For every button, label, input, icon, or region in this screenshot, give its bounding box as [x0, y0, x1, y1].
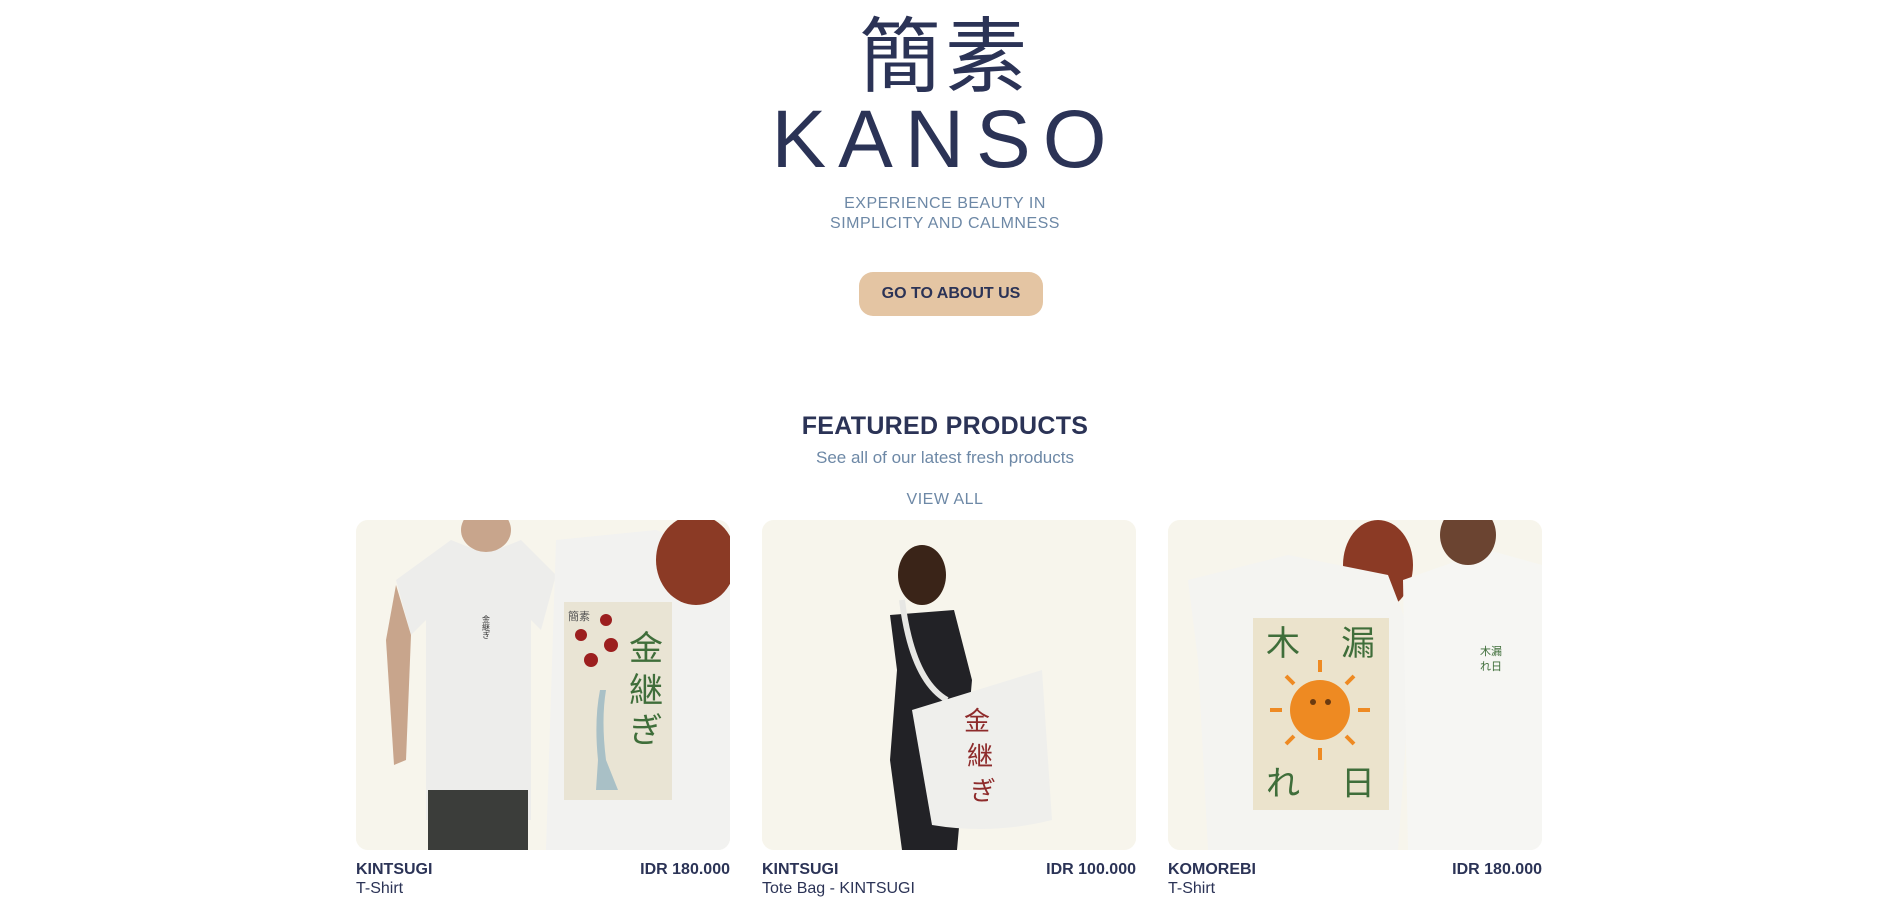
- product-name: KINTSUGI: [356, 861, 433, 878]
- svg-text:金: 金: [964, 707, 990, 737]
- svg-text:簡素: 簡素: [568, 609, 590, 623]
- komorebi-tshirt-photo[interactable]: 木 漏 れ 日 木漏 れ日: [1168, 520, 1542, 850]
- svg-text:れ: れ: [1266, 764, 1300, 804]
- svg-text:漏: 漏: [1341, 624, 1375, 664]
- product-type: Tote Bag - KINTSUGI: [762, 880, 915, 897]
- tagline-line-2: SIMPLICITY AND CALMNESS: [830, 215, 1060, 232]
- tagline-line-1: EXPERIENCE BEAUTY IN: [844, 195, 1046, 212]
- product-card[interactable]: 木 漏 れ 日 木漏 れ日 KOMOREBI IDR 180.000 T-Shi…: [1168, 520, 1542, 900]
- brand-logo-wordmark: KANSO: [771, 94, 1119, 185]
- go-to-about-us-button[interactable]: GO TO ABOUT US: [859, 272, 1043, 316]
- svg-text:ぎ: ぎ: [629, 711, 663, 751]
- svg-text:れ日: れ日: [1480, 660, 1502, 673]
- product-image-illustration: 金 継 ぎ: [762, 520, 1136, 850]
- product-price: IDR 180.000: [640, 861, 730, 878]
- svg-text:継: 継: [967, 742, 993, 772]
- svg-text:木漏: 木漏: [1480, 645, 1502, 658]
- brand-tagline: EXPERIENCE BEAUTY IN SIMPLICITY AND CALM…: [0, 194, 1890, 234]
- product-card[interactable]: 金継ぎ 簡素 金 継 ぎ KINTSUGI IDR 180.000 T-Shir…: [356, 520, 730, 900]
- product-image-illustration: 金継ぎ 簡素 金 継 ぎ: [356, 520, 730, 850]
- product-image-illustration: 木 漏 れ 日 木漏 れ日: [1168, 520, 1542, 850]
- featured-products-title: FEATURED PRODUCTS: [801, 412, 1089, 440]
- view-all-link[interactable]: VIEW ALL: [907, 491, 984, 508]
- svg-text:金: 金: [629, 629, 663, 669]
- featured-products-subtitle: See all of our latest fresh products: [816, 448, 1074, 467]
- product-type: T-Shirt: [356, 880, 404, 897]
- svg-text:日: 日: [1341, 764, 1375, 804]
- product-name: KINTSUGI: [762, 861, 839, 878]
- svg-text:継: 継: [629, 671, 663, 711]
- kintsugi-tshirt-photo[interactable]: 金継ぎ 簡素 金 継 ぎ: [356, 520, 730, 850]
- product-card[interactable]: 金 継 ぎ KINTSUGI IDR 100.000 Tote Bag - KI…: [762, 520, 1136, 900]
- svg-text:金継ぎ: 金継ぎ: [482, 614, 491, 639]
- product-name: KOMOREBI: [1168, 861, 1256, 878]
- product-type: T-Shirt: [1168, 880, 1216, 897]
- view-all-container: VIEW ALL: [0, 491, 1890, 509]
- svg-text:ぎ: ぎ: [970, 777, 996, 807]
- product-price: IDR 100.000: [1046, 861, 1136, 878]
- product-price: IDR 180.000: [1452, 861, 1542, 878]
- svg-text:木: 木: [1266, 624, 1300, 664]
- kintsugi-tote-bag-photo[interactable]: 金 継 ぎ: [762, 520, 1136, 850]
